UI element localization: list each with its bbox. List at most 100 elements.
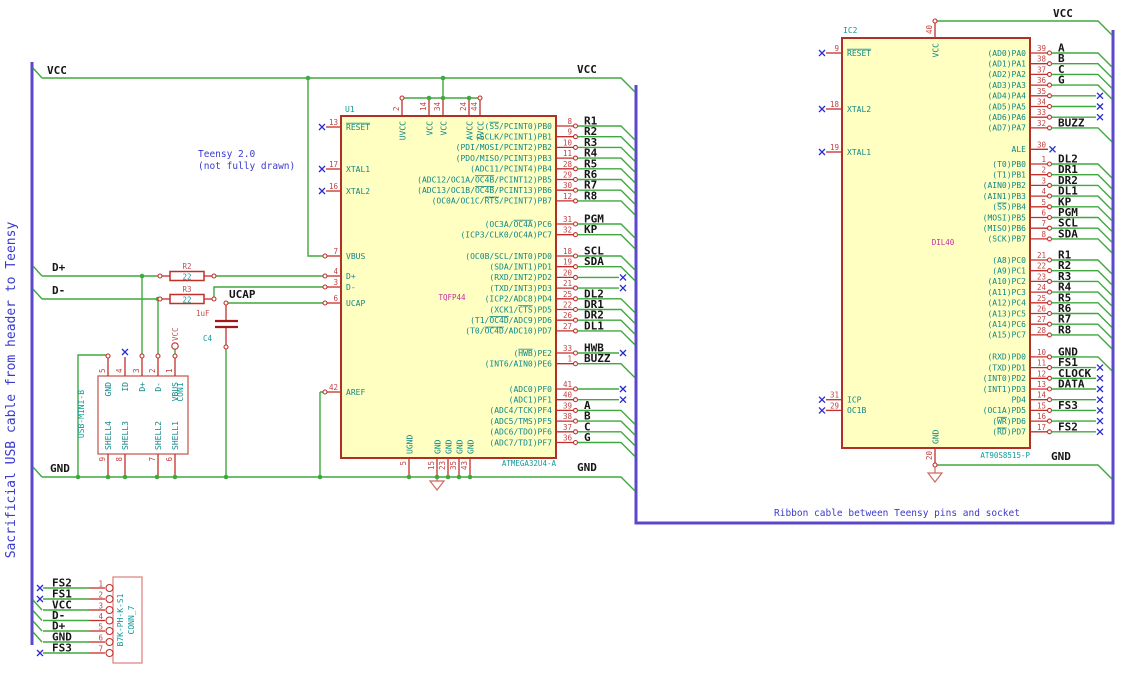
pin-name: (AD5)PA5 xyxy=(987,102,1026,111)
pin-number: 35 xyxy=(449,461,458,470)
c4-ref: C4 xyxy=(203,334,213,343)
resistor-r3: R3 22 xyxy=(160,285,214,305)
pin-name: GND xyxy=(467,439,476,454)
pin-number: 10 xyxy=(563,138,573,147)
pin-name: (AD6)PA6 xyxy=(987,113,1026,122)
pin-name: (AD2)PA2 xyxy=(987,70,1026,79)
pin-number: 4 xyxy=(115,368,124,373)
pin-number: 4 xyxy=(1041,187,1046,196)
pin-end xyxy=(572,439,579,446)
pin-name: (A8)PC0 xyxy=(992,256,1026,265)
pin-number: 6 xyxy=(333,294,338,303)
pin-name: GND xyxy=(104,382,113,397)
pin-end xyxy=(322,284,328,290)
pin-name: SHELL1 xyxy=(171,421,180,450)
pin-number: 34 xyxy=(1037,98,1047,107)
pin-end xyxy=(1046,61,1053,67)
pin-number: 30 xyxy=(1037,140,1047,149)
junction-dot xyxy=(434,474,440,480)
pin-name: RESET xyxy=(847,49,871,58)
pin-number: 36 xyxy=(1037,76,1047,85)
pin-number: 36 xyxy=(563,434,573,443)
pin-end xyxy=(572,429,579,435)
pin-number: 3 xyxy=(132,368,141,373)
vcc-symbol-label: VCC xyxy=(171,327,180,341)
pin-name: UVCC xyxy=(399,121,408,140)
pin-end xyxy=(1046,397,1053,403)
pin-number: 23 xyxy=(1037,272,1046,281)
no-connect-icon xyxy=(619,385,627,393)
vcc-symbol-circle xyxy=(171,342,179,350)
pin-end xyxy=(1046,375,1053,381)
pin-name: (OC3A/OC4A)PC6 xyxy=(485,220,553,229)
gnd-rail-wire xyxy=(32,466,636,492)
pin-name: (OC0B/SCL/INT0)PD0 xyxy=(465,252,552,261)
pin-number: 25 xyxy=(1037,294,1046,303)
pin-end xyxy=(223,344,229,350)
pin-name: D- xyxy=(346,283,356,292)
pin-number: 26 xyxy=(563,311,573,320)
net-wire xyxy=(1051,84,1113,100)
pin-name: (A13)PC5 xyxy=(987,309,1026,318)
ic2-value: AT90S8515-P xyxy=(980,451,1030,460)
bus-entry xyxy=(32,610,43,621)
net-label-gnd: GND xyxy=(1051,450,1071,463)
pin-name: D+ xyxy=(138,382,147,392)
r2-value: 22 xyxy=(182,273,191,282)
pin-number: 19 xyxy=(563,258,572,267)
junction-dot xyxy=(445,474,451,480)
pin-end xyxy=(572,198,579,204)
connector-pin-circle xyxy=(105,583,114,593)
pin-number: 24 xyxy=(1037,283,1047,292)
junction-dot xyxy=(172,474,178,480)
note-teensy-line2: (not fully drawn) xyxy=(198,161,295,172)
ic2-footprint: DIL40 xyxy=(932,238,955,247)
pin-end xyxy=(1046,125,1053,131)
resistor-r2: R2 22 xyxy=(160,262,214,282)
r2-ref: R2 xyxy=(182,262,191,271)
pin-end xyxy=(1046,225,1053,231)
vcc-rail-wire xyxy=(32,67,636,93)
pin-end xyxy=(1046,268,1053,274)
net-label-gnd: GND xyxy=(577,461,597,474)
net-label: KP xyxy=(584,223,598,236)
ic2-ref: IC2 xyxy=(843,26,858,35)
net-label: FS3 xyxy=(1058,399,1078,412)
no-connect-icon xyxy=(619,273,627,281)
junction-dot xyxy=(317,474,323,480)
no-connect-icon xyxy=(818,396,826,404)
pin-number: 9 xyxy=(98,457,107,462)
pin-end xyxy=(572,328,579,334)
pin-number: 7 xyxy=(148,457,157,462)
pin-name: SHELL2 xyxy=(154,421,163,450)
pin-number: 28 xyxy=(563,160,573,169)
pin-end xyxy=(172,353,178,359)
pin-end xyxy=(1046,182,1053,188)
junction-dot xyxy=(426,95,432,101)
net-label-dminus: D- xyxy=(52,284,65,297)
pin-number: 14 xyxy=(1037,391,1047,400)
pin-name: (TXD/INT3)PD3 xyxy=(489,284,552,293)
pin-number: 5 xyxy=(399,461,408,466)
pin-name: (SCLK/PCINT1)PB1 xyxy=(475,133,552,142)
pin-end xyxy=(932,462,938,468)
pin-name: PD4 xyxy=(1012,396,1027,405)
bus-entry xyxy=(32,620,43,632)
pin-number: 4 xyxy=(333,267,338,276)
pin-end xyxy=(1046,82,1053,88)
net-label-vcc: VCC xyxy=(577,63,597,76)
pin-number: 20 xyxy=(925,451,934,461)
pin-number: 3 xyxy=(333,278,338,287)
pin-number: 39 xyxy=(563,401,572,410)
pin-number: 12 xyxy=(1037,369,1046,378)
pin-name: RESET xyxy=(346,123,370,132)
pin-number: 18 xyxy=(830,100,840,109)
pin-name: UGND xyxy=(406,435,415,454)
pin-number: 13 xyxy=(329,118,338,127)
pin-name: (ADC13/OC1B/OC4B/PCINT13)PB6 xyxy=(417,186,552,195)
conn7-value: B7K-PH-K-S1 xyxy=(116,593,125,646)
pin-number: 37 xyxy=(1037,65,1046,74)
net-label: G xyxy=(1058,74,1065,87)
pin-name: (INT0)PD2 xyxy=(983,374,1027,383)
ic2-gnd-wire xyxy=(935,464,1113,480)
